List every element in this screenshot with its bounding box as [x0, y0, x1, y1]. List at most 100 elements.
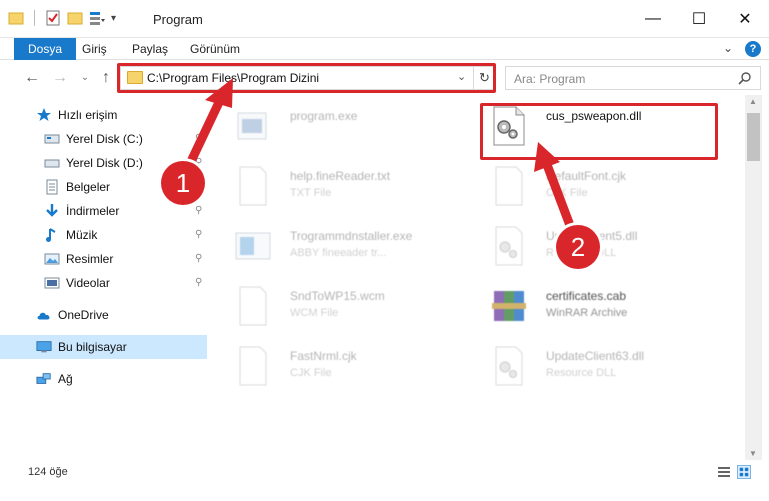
expand-ribbon-icon[interactable]: ⌄: [723, 41, 733, 55]
network-icon: [36, 371, 52, 387]
blank-file-icon: [239, 346, 267, 386]
file-type: Resource DLL: [546, 367, 617, 379]
pin-icon[interactable]: ⚲: [195, 277, 202, 288]
exe-icon: [235, 232, 271, 260]
file-name: UpdateClient63.dll: [546, 349, 645, 363]
tab-share[interactable]: Paylaş: [120, 38, 180, 60]
step-badge-2: 2: [556, 225, 600, 269]
file-item[interactable]: DefaultFont.cjk CJK File: [480, 159, 725, 213]
item-count: 124 öğe: [28, 466, 68, 478]
new-folder-icon[interactable]: [67, 10, 83, 26]
dll-highlight-box: [480, 103, 718, 160]
file-item[interactable]: UpdateClient5.dll Resource DLL: [480, 219, 725, 273]
drive-icon: [44, 155, 60, 171]
file-item[interactable]: help.fineReader.txt TXT File: [224, 159, 469, 213]
file-item[interactable]: certificates.cab WinRAR Archive: [480, 279, 725, 333]
file-name: help.fineReader.txt: [290, 169, 391, 183]
minimize-button[interactable]: —: [630, 0, 676, 38]
file-type: WCM File: [290, 307, 339, 319]
sidebar-item-label: Resimler: [66, 252, 114, 266]
quick-access-toolbar: ▾: [8, 10, 116, 26]
sidebar-item-music[interactable]: Müzik ⚲: [0, 223, 207, 247]
sidebar-item-label: Müzik: [66, 228, 98, 242]
blank-file-icon: [239, 286, 267, 326]
properties-icon[interactable]: [45, 10, 61, 26]
sidebar-item-label: Ağ: [58, 372, 73, 386]
file-item[interactable]: SndToWP15.wcm WCM File: [224, 279, 469, 333]
text-file-icon: [239, 166, 267, 206]
maximize-button[interactable]: ☐: [676, 0, 722, 38]
help-icon[interactable]: ?: [745, 41, 761, 57]
customize-qat-icon[interactable]: [89, 10, 105, 26]
ribbon: Dosya Giriş Paylaş Görünüm ⌄ ?: [0, 38, 769, 60]
exe-icon: [237, 112, 267, 140]
details-view-icon[interactable]: [717, 465, 731, 479]
tiles-view-icon[interactable]: [737, 465, 751, 479]
tab-home[interactable]: Giriş: [70, 38, 119, 60]
file-item[interactable]: UpdateClient63.dll Resource DLL: [480, 339, 725, 393]
sidebar-item-label: Hızlı erişim: [58, 108, 118, 122]
step-badge-1: 1: [161, 161, 205, 205]
sidebar-item-label: Bu bilgisayar: [58, 340, 127, 354]
file-type: WinRAR Archive: [546, 307, 628, 319]
forward-button[interactable]: →: [50, 69, 70, 87]
computer-icon: [36, 339, 52, 355]
file-name: SndToWP15.wcm: [290, 289, 385, 303]
vertical-scrollbar[interactable]: ▲ ▼: [745, 95, 762, 460]
search-input[interactable]: Ara: Program: [514, 72, 585, 86]
window-title: Program: [153, 12, 203, 27]
pin-icon[interactable]: ⚲: [195, 205, 202, 216]
sidebar-item-label: Videolar: [66, 276, 110, 290]
music-icon: [44, 227, 60, 243]
sidebar-item-quick-access[interactable]: Hızlı erişim: [0, 103, 207, 127]
star-icon: [36, 107, 52, 123]
archive-icon: [492, 291, 526, 321]
search-box[interactable]: Ara: Program: [505, 66, 761, 90]
status-bar: 124 öğe: [0, 460, 769, 501]
pin-icon[interactable]: ⚲: [195, 133, 202, 144]
sidebar-item-label: Yerel Disk (C:): [66, 132, 143, 146]
documents-icon: [44, 179, 60, 195]
back-button[interactable]: ←: [22, 69, 42, 87]
address-highlight-box: [117, 63, 496, 93]
scroll-down-icon[interactable]: ▼: [749, 449, 757, 458]
blank-file-icon: [495, 166, 523, 206]
tab-file[interactable]: Dosya: [14, 38, 77, 60]
close-button[interactable]: ✕: [722, 0, 768, 38]
sidebar-item-label: Belgeler: [66, 180, 111, 194]
file-name: program.exe: [290, 109, 358, 123]
dll-icon: [495, 346, 523, 386]
file-name: DefaultFont.cjk: [546, 169, 627, 183]
qat-dropdown-icon[interactable]: ▾: [111, 13, 116, 24]
sidebar-item-onedrive[interactable]: OneDrive: [0, 303, 207, 327]
dll-icon: [495, 226, 523, 266]
navigation-bar: ← → ⌄ ↑ C:\Program Files\Program Dizini …: [0, 62, 769, 94]
file-item[interactable]: FastNrml.cjk CJK File: [224, 339, 469, 393]
download-icon: [44, 203, 60, 219]
file-item[interactable]: program.exe: [224, 99, 469, 153]
sidebar-item-label: İndirmeler: [66, 204, 120, 218]
file-item[interactable]: Trogrammdnstaller.exe ABBY fineeader tr.…: [224, 219, 469, 273]
pictures-icon: [44, 251, 60, 267]
up-button[interactable]: ↑: [96, 69, 116, 87]
sidebar-item-this-pc[interactable]: Bu bilgisayar: [0, 335, 207, 359]
pin-icon[interactable]: ⚲: [195, 253, 202, 264]
folder-icon[interactable]: [8, 10, 24, 26]
file-name: FastNrml.cjk: [290, 349, 357, 363]
videos-icon: [44, 275, 60, 291]
sidebar-item-label: OneDrive: [58, 308, 109, 322]
pin-icon[interactable]: ⚲: [195, 229, 202, 240]
tab-view[interactable]: Görünüm: [178, 38, 252, 60]
sidebar-item-videos[interactable]: Videolar ⚲: [0, 271, 207, 295]
drive-icon: [44, 131, 60, 147]
file-type: ABBY fineeader tr...: [290, 247, 387, 259]
scroll-up-icon[interactable]: ▲: [749, 97, 757, 106]
separator: [34, 10, 35, 26]
scrollbar-thumb[interactable]: [747, 113, 760, 161]
sidebar-item-pictures[interactable]: Resimler ⚲: [0, 247, 207, 271]
recent-locations-button[interactable]: ⌄: [75, 72, 95, 83]
sidebar-item-network[interactable]: Ağ: [0, 367, 207, 391]
sidebar-item-local-disk-c[interactable]: Yerel Disk (C:) ⚲: [0, 127, 207, 151]
file-name: Trogrammdnstaller.exe: [290, 229, 413, 243]
cloud-icon: [36, 307, 52, 323]
